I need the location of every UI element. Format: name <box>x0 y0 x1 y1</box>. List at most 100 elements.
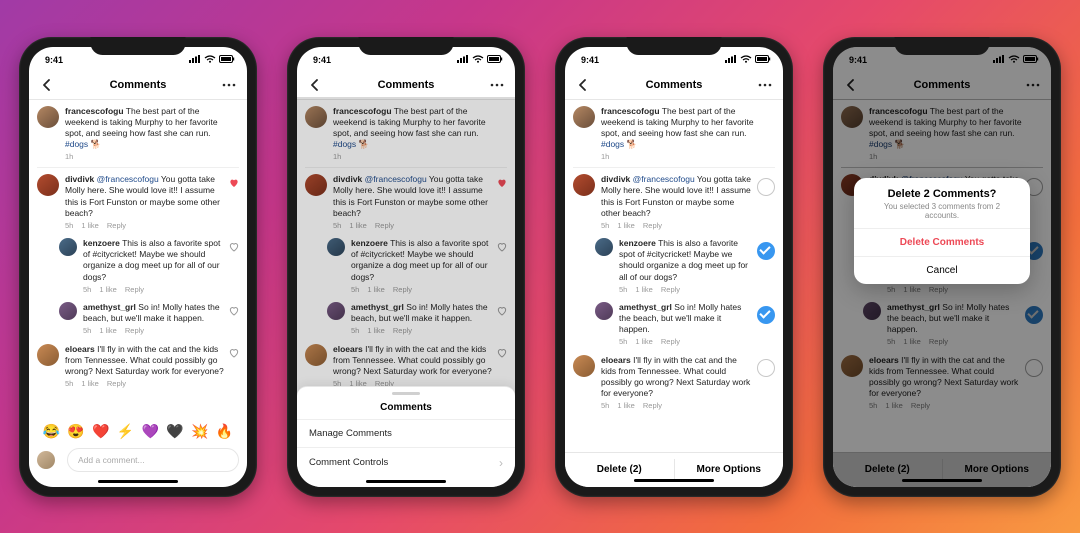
emoji-option[interactable]: ⚡ <box>117 423 134 440</box>
select-checkbox[interactable] <box>757 178 775 196</box>
author-name[interactable]: francescofogu <box>601 106 660 116</box>
author-name[interactable]: eloears <box>601 355 631 365</box>
emoji-option[interactable]: 🖤 <box>166 423 183 440</box>
comment-input[interactable]: Add a comment... <box>67 448 239 472</box>
hashtag[interactable]: #dogs <box>869 139 892 149</box>
comment-row[interactable]: amethyst_grl So in! Molly hates the beac… <box>29 296 247 338</box>
like-count[interactable]: 1 like <box>617 401 635 410</box>
heart-icon[interactable] <box>229 242 239 252</box>
avatar[interactable] <box>37 344 59 366</box>
comment-controls-button[interactable]: Comment Controls › <box>297 447 515 478</box>
like-count[interactable]: 1 like <box>635 337 653 346</box>
home-indicator[interactable] <box>634 479 714 482</box>
back-button[interactable] <box>573 75 593 95</box>
like-count[interactable]: 1 like <box>635 285 653 294</box>
heart-icon[interactable] <box>229 348 239 358</box>
emoji-option[interactable]: 😍 <box>67 423 84 440</box>
comment-row[interactable]: amethyst_grl So in! Molly hates the beac… <box>833 296 1051 349</box>
hashtag[interactable]: #dogs <box>601 139 624 149</box>
home-indicator[interactable] <box>366 480 446 483</box>
comment-row[interactable]: divdivk @francescofogu You gotta take Mo… <box>29 168 247 232</box>
back-button[interactable] <box>841 75 861 95</box>
mention[interactable]: @francescofogu <box>633 174 695 184</box>
emoji-option[interactable]: ❤️ <box>92 423 109 440</box>
author-name[interactable]: francescofogu <box>869 106 928 116</box>
comment-row[interactable]: eloears I'll fly in with the cat and the… <box>565 349 783 413</box>
emoji-option[interactable]: 🔥 <box>216 423 233 440</box>
author-name[interactable]: amethyst_grl <box>83 302 136 312</box>
select-checkbox[interactable] <box>757 359 775 377</box>
like-count[interactable]: 1 like <box>81 379 99 388</box>
alert-delete-button[interactable]: Delete Comments <box>854 228 1030 256</box>
author-name[interactable]: amethyst_grl <box>619 302 672 312</box>
comment-row[interactable]: kenzoere This is also a favorite spot of… <box>565 232 783 296</box>
avatar[interactable] <box>595 302 613 320</box>
more-button[interactable] <box>487 75 507 95</box>
author-name[interactable]: divdivk <box>601 174 630 184</box>
author-name[interactable]: divdivk <box>65 174 94 184</box>
comment-row[interactable]: kenzoere This is also a favorite spot of… <box>29 232 247 296</box>
like-count[interactable]: 1 like <box>81 221 99 230</box>
comments-feed[interactable]: francescofogu The best part of the weeke… <box>565 100 783 487</box>
like-count[interactable]: 1 like <box>885 401 903 410</box>
reply-button[interactable]: Reply <box>125 285 144 294</box>
sheet-grabber[interactable] <box>392 392 420 395</box>
reply-button[interactable]: Reply <box>125 326 144 335</box>
author-name[interactable]: amethyst_grl <box>887 302 940 312</box>
reply-button[interactable]: Reply <box>929 285 948 294</box>
avatar[interactable] <box>573 106 595 128</box>
select-checkbox[interactable] <box>1025 306 1043 324</box>
more-button[interactable] <box>219 75 239 95</box>
heart-icon[interactable] <box>229 306 239 316</box>
author-name[interactable]: kenzoere <box>83 238 120 248</box>
like-count[interactable]: 1 like <box>99 326 117 335</box>
author-name[interactable]: francescofogu <box>65 106 124 116</box>
mention[interactable]: @francescofogu <box>97 174 159 184</box>
avatar[interactable] <box>573 174 595 196</box>
emoji-option[interactable]: 💥 <box>191 423 208 440</box>
reply-button[interactable]: Reply <box>107 379 126 388</box>
author-name[interactable]: eloears <box>869 355 899 365</box>
reply-button[interactable]: Reply <box>661 285 680 294</box>
avatar[interactable] <box>595 238 613 256</box>
reply-button[interactable]: Reply <box>911 401 930 410</box>
avatar[interactable] <box>841 355 863 377</box>
reply-button[interactable]: Reply <box>661 337 680 346</box>
avatar[interactable] <box>59 302 77 320</box>
author-name[interactable]: eloears <box>65 344 95 354</box>
alert-cancel-button[interactable]: Cancel <box>854 256 1030 284</box>
avatar[interactable] <box>863 302 881 320</box>
comment-row[interactable]: eloears I'll fly in with the cat and the… <box>833 349 1051 413</box>
avatar[interactable] <box>841 106 863 128</box>
reply-button[interactable]: Reply <box>643 221 662 230</box>
avatar[interactable] <box>573 355 595 377</box>
like-count[interactable]: 1 like <box>903 285 921 294</box>
back-button[interactable] <box>305 75 325 95</box>
more-button[interactable] <box>1023 75 1043 95</box>
emoji-option[interactable]: 😂 <box>43 423 60 440</box>
select-checkbox[interactable] <box>757 242 775 260</box>
like-count[interactable]: 1 like <box>903 337 921 346</box>
back-button[interactable] <box>37 75 57 95</box>
author-name[interactable]: kenzoere <box>619 238 656 248</box>
avatar[interactable] <box>59 238 77 256</box>
emoji-option[interactable]: 💜 <box>142 423 159 440</box>
manage-comments-button[interactable]: Manage Comments <box>297 419 515 447</box>
hashtag[interactable]: #dogs <box>65 139 88 149</box>
reply-button[interactable]: Reply <box>107 221 126 230</box>
avatar[interactable] <box>37 174 59 196</box>
home-indicator[interactable] <box>902 479 982 482</box>
avatar[interactable] <box>37 106 59 128</box>
comment-row[interactable]: eloears I'll fly in with the cat and the… <box>29 338 247 391</box>
home-indicator[interactable] <box>98 480 178 483</box>
comment-row[interactable]: divdivk @francescofogu You gotta take Mo… <box>565 168 783 232</box>
comments-feed[interactable]: francescofogu The best part of the weeke… <box>29 100 247 419</box>
reply-button[interactable]: Reply <box>643 401 662 410</box>
more-button[interactable] <box>755 75 775 95</box>
like-count[interactable]: 1 like <box>617 221 635 230</box>
like-count[interactable]: 1 like <box>99 285 117 294</box>
comment-row[interactable]: amethyst_grl So in! Molly hates the beac… <box>565 296 783 349</box>
heart-icon[interactable] <box>229 178 239 188</box>
select-checkbox[interactable] <box>757 306 775 324</box>
reply-button[interactable]: Reply <box>929 337 948 346</box>
